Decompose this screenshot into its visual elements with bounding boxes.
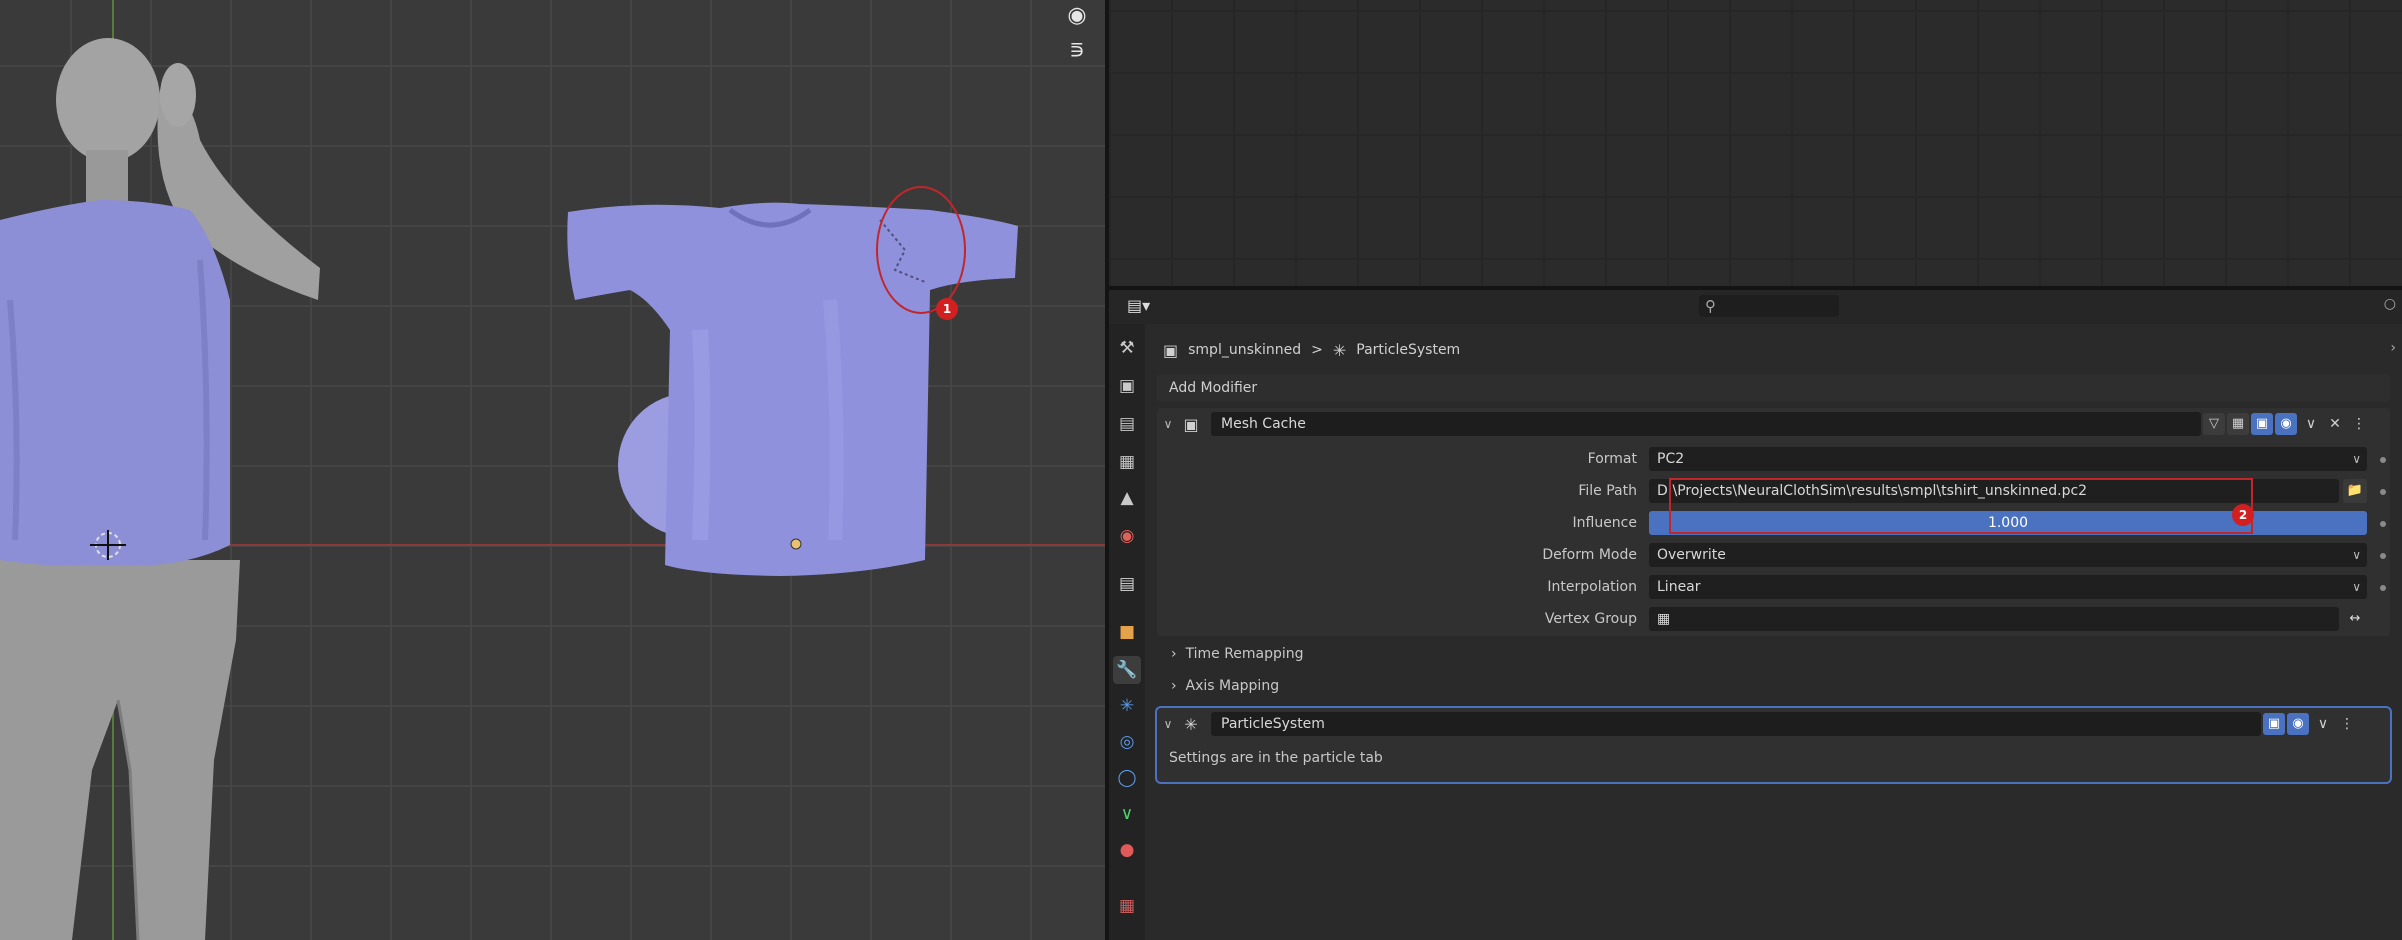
file-path-label: File Path [1578,483,1637,499]
empty-editor-area[interactable] [1109,0,2402,286]
viewport-toggle-icon[interactable]: ▣ [2251,413,2273,435]
object-icon[interactable]: ■ [1113,618,1141,646]
annotation-ellipse [876,186,966,314]
vertex-group-label: Vertex Group [1544,611,1637,627]
breadcrumb-separator: > [1311,342,1323,358]
influence-label: Influence [1572,515,1638,531]
time-remapping-subpanel[interactable]: › Time Remapping [1171,640,1304,668]
3d-viewport[interactable]: ◉ ⋾ 1 [0,0,1105,940]
keyframe-dot[interactable] [2380,585,2386,591]
keyframe-dot[interactable] [2380,521,2386,527]
axis-mapping-subpanel[interactable]: › Axis Mapping [1171,672,1279,700]
constraints-icon[interactable]: ◯ [1113,764,1141,792]
drag-handle-icon[interactable]: ⋮ [2337,716,2357,732]
mesh-cache-icon: ▣ [1183,414,1199,434]
dropdown-icon[interactable]: ∨ [2313,716,2333,732]
render-toggle-icon[interactable]: ◉ [2275,413,2297,435]
properties-editor-icon[interactable]: ▤▾ [1127,296,1169,318]
particle-system-header[interactable]: ∨ ✳ ParticleSystem ▣ ◉ ∨ ⋮ [1157,708,2390,740]
viewport-scene [0,0,1105,940]
blender-window: ◉ ⋾ 1 ▤▾ ⚲ ○ ⚒ ▣ ▤ ▦ ▲ ◉ ▤ ■ 🔧 ✳ ◎ ◯ ∨ ● [0,0,2402,940]
invert-icon[interactable]: ↔ [2343,607,2367,631]
properties-editor: ▤▾ ⚲ ○ ⚒ ▣ ▤ ▦ ▲ ◉ ▤ ■ 🔧 ✳ ◎ ◯ ∨ ● ▦ ▣ s… [1109,290,2402,940]
data-icon[interactable]: ∨ [1113,800,1141,828]
add-modifier-button[interactable]: Add Modifier [1157,374,2390,402]
annotation-marker-2: 2 [2232,504,2254,526]
properties-tabs: ⚒ ▣ ▤ ▦ ▲ ◉ ▤ ■ 🔧 ✳ ◎ ◯ ∨ ● ▦ [1109,324,1145,940]
deform-mode-row: Deform Mode Overwrite ∨ [1542,542,2367,568]
format-dropdown[interactable]: PC2 ∨ [1649,447,2367,471]
chevron-down-icon[interactable]: ∨ [1157,417,1179,431]
mesh-object-icon: ▣ [1163,340,1179,360]
material-icon[interactable]: ● [1113,836,1141,864]
tool-icon[interactable]: ⚒ [1113,334,1141,362]
properties-header: ▤▾ ⚲ ○ [1109,290,2402,324]
options-icon[interactable]: ○ [2384,296,2396,312]
interpolation-row: Interpolation Linear ∨ [1547,574,2367,600]
edit-mode-toggle-icon[interactable]: ▽ [2203,413,2225,435]
wrench-icon[interactable]: 🔧 [1113,656,1141,684]
view-layer-icon[interactable]: ▦ [1113,448,1141,476]
particles-icon: ✳ [1332,340,1347,360]
world-icon[interactable]: ◉ [1113,522,1141,550]
keyframe-dot[interactable] [2380,457,2386,463]
keyframe-dot[interactable] [2380,553,2386,559]
close-icon[interactable]: ✕ [2325,416,2345,432]
deform-mode-label: Deform Mode [1542,547,1637,563]
annotation-rect [1669,478,2253,534]
dropdown-icon[interactable]: ∨ [2301,416,2321,432]
modifier-properties: ▣ smpl_unskinned > ✳ ParticleSystem › Ad… [1145,324,2402,940]
vertex-group-row: Vertex Group ▦ ↔ [1545,606,2367,632]
folder-icon[interactable]: 📁 [2343,479,2367,503]
breadcrumb: ▣ smpl_unskinned > ✳ ParticleSystem [1163,338,1460,362]
particles-icon[interactable]: ✳ [1113,692,1141,720]
breadcrumb-item[interactable]: ParticleSystem [1356,342,1460,358]
viewport-toggle-icon[interactable]: ▣ [2263,713,2285,735]
camera-icon[interactable]: ◉ [1063,2,1091,30]
render-icon[interactable]: ▣ [1113,372,1141,400]
interpolation-dropdown[interactable]: Linear ∨ [1649,575,2367,599]
modifier-name-field[interactable]: ParticleSystem [1211,712,2261,736]
physics-icon[interactable]: ◎ [1113,728,1141,756]
search-input[interactable]: ⚲ [1699,295,1839,317]
pin-icon[interactable]: › [2390,340,2396,356]
vertex-group-icon: ▦ [1657,611,1671,627]
human-figure[interactable] [0,38,320,940]
chevron-down-icon[interactable]: ∨ [1157,717,1179,731]
vertex-group-field[interactable]: ▦ [1649,607,2339,631]
grid-icon[interactable]: ⋾ [1063,38,1091,66]
output-icon[interactable]: ▤ [1113,410,1141,438]
keyframe-dot[interactable] [2380,489,2386,495]
mesh-cache-header[interactable]: ∨ ▣ Mesh Cache ▽ ▦ ▣ ◉ ∨ ✕ ⋮ [1157,408,2390,440]
particle-settings-note: Settings are in the particle tab [1169,750,1383,766]
scene-icon[interactable]: ▲ [1113,484,1141,512]
texture-icon[interactable]: ▦ [1113,892,1141,920]
format-row: Format PC2 ∨ [1588,446,2367,472]
breadcrumb-object[interactable]: smpl_unskinned [1188,342,1301,358]
collection-icon[interactable]: ▤ [1113,570,1141,598]
drag-handle-icon[interactable]: ⋮ [2349,416,2369,432]
render-toggle-icon[interactable]: ◉ [2287,713,2309,735]
interpolation-label: Interpolation [1547,579,1637,595]
annotation-marker-1: 1 [936,298,958,320]
cage-toggle-icon[interactable]: ▦ [2227,413,2249,435]
particles-icon: ✳ [1184,714,1198,734]
format-label: Format [1587,451,1637,467]
deform-mode-dropdown[interactable]: Overwrite ∨ [1649,543,2367,567]
modifier-name-field[interactable]: Mesh Cache [1211,412,2201,436]
particle-system-panel: ∨ ✳ ParticleSystem ▣ ◉ ∨ ⋮ Settings are … [1155,706,2392,784]
